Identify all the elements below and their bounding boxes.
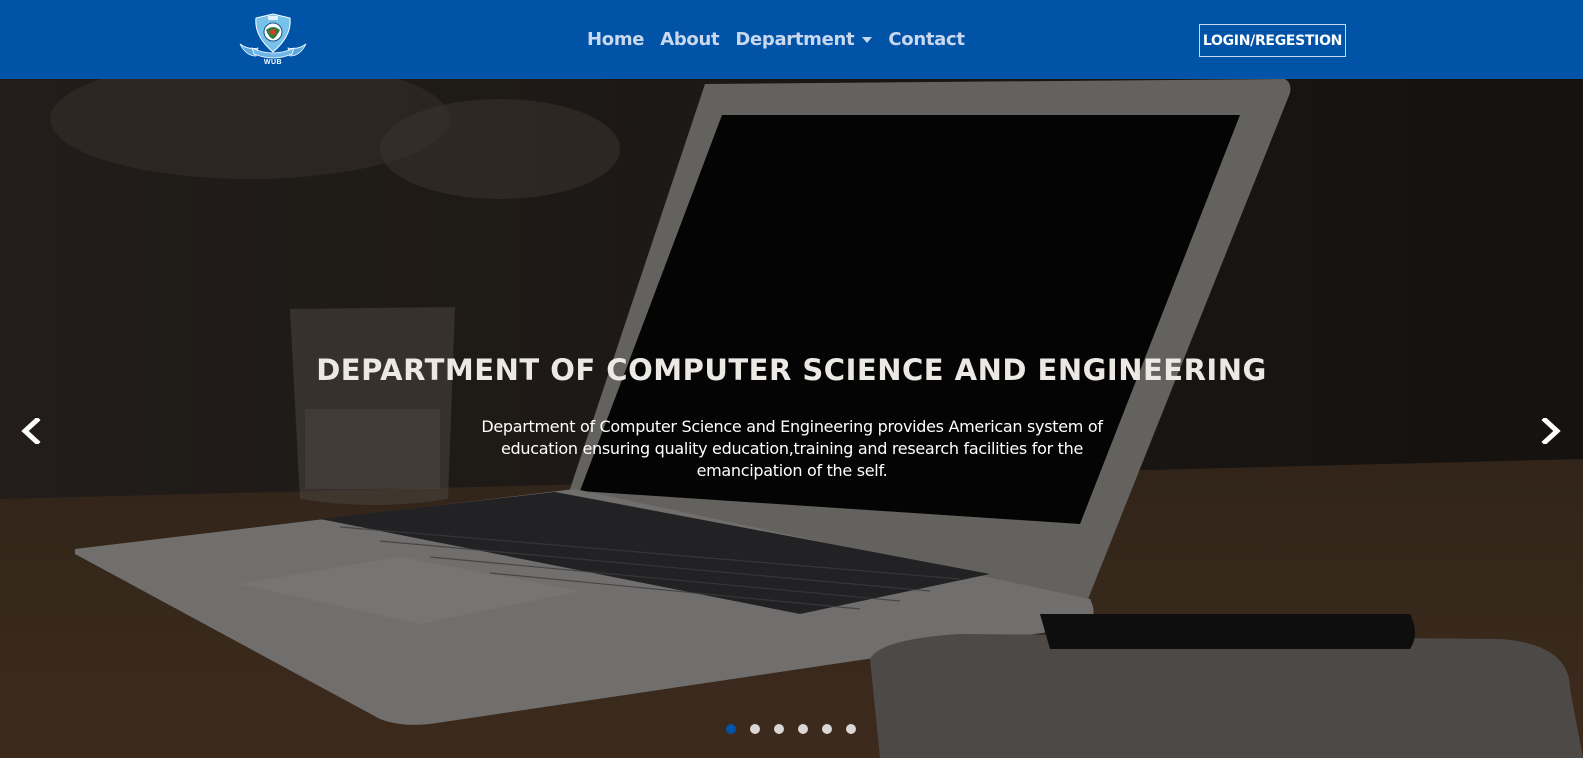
nav-department-label: Department bbox=[735, 29, 855, 50]
nav-contact-link[interactable]: Contact bbox=[888, 27, 965, 53]
hero-carousel: DEPARTMENT OF COMPUTER SCIENCE AND ENGIN… bbox=[0, 79, 1583, 758]
chevron-left-icon bbox=[21, 418, 41, 444]
nav-links: Home About Department Contact bbox=[587, 27, 981, 53]
carousel-next-button[interactable] bbox=[1536, 417, 1564, 445]
carousel-indicators bbox=[726, 724, 856, 734]
login-register-button[interactable]: LOGIN/REGESTION bbox=[1199, 24, 1346, 57]
carousel-indicator[interactable] bbox=[750, 724, 760, 734]
hero-description: Department of Computer Science and Engin… bbox=[481, 417, 1103, 480]
chevron-right-icon bbox=[1541, 418, 1561, 444]
carousel-indicator[interactable] bbox=[798, 724, 808, 734]
carousel-indicator[interactable] bbox=[822, 724, 832, 734]
nav-department-dropdown[interactable]: Department bbox=[735, 27, 873, 53]
university-logo[interactable]: WUB bbox=[238, 12, 308, 70]
carousel-prev-button[interactable] bbox=[18, 417, 46, 445]
navbar: WUB Home About Department Contact LOGIN/… bbox=[0, 0, 1583, 79]
carousel-indicator[interactable] bbox=[774, 724, 784, 734]
nav-about-link[interactable]: About bbox=[660, 27, 719, 53]
hero-title: DEPARTMENT OF COMPUTER SCIENCE AND ENGIN… bbox=[316, 353, 1267, 387]
caret-down-icon bbox=[862, 37, 873, 43]
carousel-indicator[interactable] bbox=[846, 724, 856, 734]
nav-home-link[interactable]: Home bbox=[587, 27, 645, 53]
carousel-indicator[interactable] bbox=[726, 724, 736, 734]
logo-text: WUB bbox=[263, 59, 283, 66]
